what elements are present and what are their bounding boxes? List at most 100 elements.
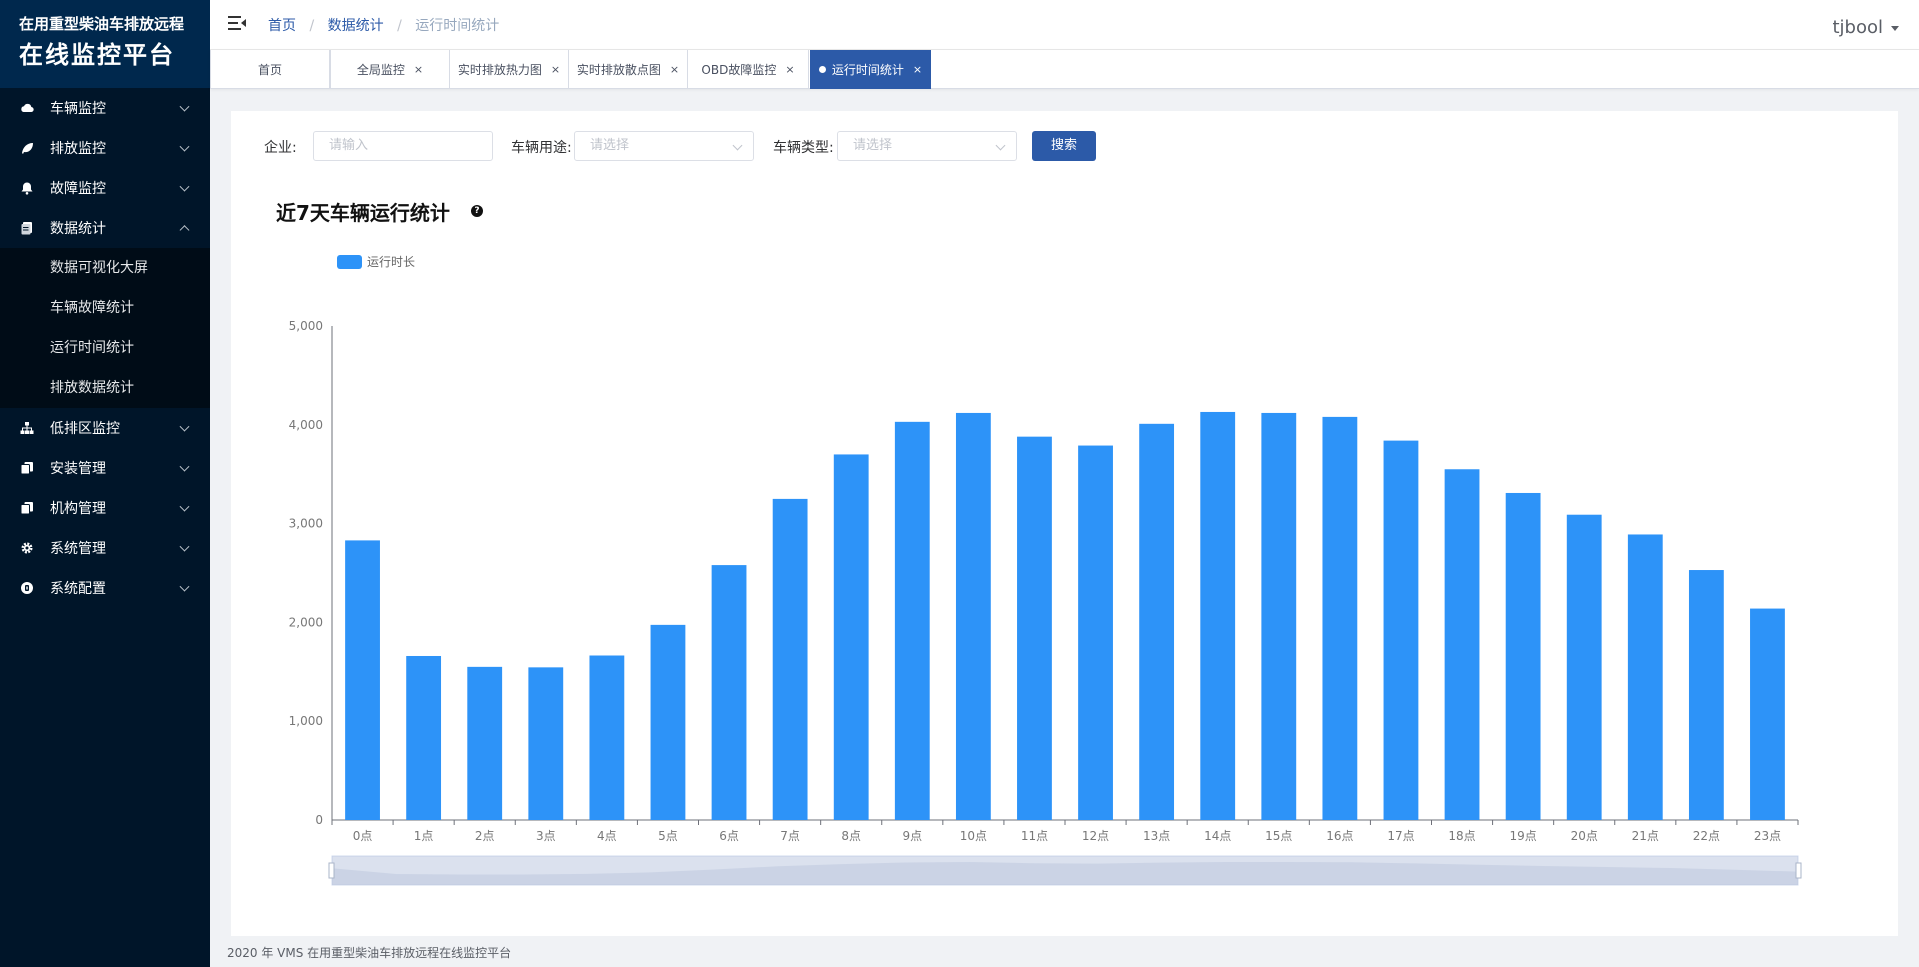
copy-icon bbox=[20, 461, 34, 475]
chart-bar[interactable] bbox=[894, 421, 930, 820]
chart-bar[interactable] bbox=[1261, 412, 1297, 820]
logo-line1: 在用重型柴油车排放远程 bbox=[19, 15, 185, 33]
chart-bar[interactable] bbox=[1627, 534, 1663, 820]
y-tick-label: 5,000 bbox=[289, 319, 323, 333]
tab-label: 首页 bbox=[257, 62, 282, 77]
sidebar-item-1[interactable]: 排放监控 bbox=[0, 128, 210, 168]
datazoom-handle-right[interactable] bbox=[1795, 862, 1802, 879]
chart-bar[interactable] bbox=[345, 540, 380, 820]
chart-bar[interactable] bbox=[1017, 436, 1052, 820]
tab-0[interactable]: 首页 bbox=[210, 50, 330, 89]
chart-bar[interactable] bbox=[1444, 469, 1480, 820]
bell-icon bbox=[20, 181, 34, 195]
chart-bar[interactable] bbox=[1505, 492, 1541, 820]
chart-bar[interactable] bbox=[1139, 423, 1175, 820]
chevron-down-icon bbox=[179, 501, 190, 512]
sidebar-item-label: 车辆监控 bbox=[50, 101, 106, 117]
x-tick-label: 22点 bbox=[1693, 829, 1720, 843]
x-tick-label: 4点 bbox=[597, 829, 617, 843]
cloud-icon bbox=[20, 101, 34, 115]
app-logo[interactable]: 在用重型柴油车排放远程 在线监控平台 bbox=[0, 0, 210, 88]
breadcrumb-current: 运行时间统计 bbox=[415, 18, 500, 34]
close-icon[interactable]: × bbox=[670, 63, 679, 76]
datazoom-selection[interactable] bbox=[332, 856, 1798, 885]
x-tick-label: 18点 bbox=[1448, 829, 1475, 843]
chart-bar[interactable] bbox=[1322, 416, 1358, 820]
chart-bar[interactable] bbox=[833, 454, 869, 820]
chart-bar[interactable] bbox=[955, 412, 991, 820]
datazoom-handle-left[interactable] bbox=[328, 862, 335, 879]
x-tick-label: 1点 bbox=[414, 829, 434, 843]
sidebar-item-5[interactable]: 安装管理 bbox=[0, 448, 210, 488]
chart-bar[interactable] bbox=[528, 667, 564, 820]
user-menu[interactable]: tjbool bbox=[1832, 17, 1899, 38]
chart-bar[interactable] bbox=[1383, 440, 1419, 820]
x-tick-label: 10点 bbox=[960, 829, 987, 843]
active-dot-icon bbox=[818, 65, 826, 73]
leaf-icon bbox=[20, 141, 34, 155]
x-tick-label: 6点 bbox=[719, 829, 739, 843]
chart-bar[interactable] bbox=[1566, 514, 1602, 820]
chevron-up-icon bbox=[179, 225, 190, 236]
menu-fold-icon[interactable] bbox=[228, 15, 246, 31]
legend-swatch[interactable] bbox=[337, 255, 362, 269]
submenu-item[interactable]: 数据可视化大屏 bbox=[0, 248, 210, 288]
submenu-item[interactable]: 车辆故障统计 bbox=[0, 288, 210, 328]
sidebar-item-2[interactable]: 故障监控 bbox=[0, 168, 210, 208]
x-tick-label: 13点 bbox=[1143, 829, 1170, 843]
submenu-item[interactable]: 运行时间统计 bbox=[0, 328, 210, 368]
close-icon[interactable]: × bbox=[913, 63, 922, 76]
tab-label: 实时排放散点图 bbox=[576, 62, 661, 77]
sidebar-item-label: 系统配置 bbox=[50, 581, 106, 597]
close-icon[interactable]: × bbox=[551, 63, 560, 76]
x-tick-label: 8点 bbox=[841, 829, 861, 843]
x-tick-label: 0点 bbox=[353, 829, 373, 843]
breadcrumb-home[interactable]: 首页 bbox=[268, 18, 296, 34]
sidebar-item-4[interactable]: 低排区监控 bbox=[0, 408, 210, 448]
submenu: 数据可视化大屏 车辆故障统计 运行时间统计 排放数据统计 bbox=[0, 248, 210, 408]
chart-bar[interactable] bbox=[1078, 445, 1113, 820]
tab-label: 运行时间统计 bbox=[831, 62, 904, 77]
x-tick-label: 2点 bbox=[475, 829, 495, 843]
sidebar-item-8[interactable]: 系统配置 bbox=[0, 568, 210, 608]
chart-bar[interactable] bbox=[772, 498, 808, 820]
chart-bar[interactable] bbox=[1200, 411, 1236, 820]
breadcrumb: 首页 / 数据统计 / 运行时间统计 bbox=[268, 15, 499, 35]
sidebar-item-label: 系统管理 bbox=[50, 541, 106, 557]
tab-1[interactable]: 全局监控 × bbox=[330, 50, 450, 89]
top-header: 首页 / 数据统计 / 运行时间统计 tjbool bbox=[210, 0, 1919, 50]
tab-label: 实时排放热力图 bbox=[457, 62, 542, 77]
chart-bar[interactable] bbox=[1750, 608, 1785, 820]
chart-bar[interactable] bbox=[406, 655, 442, 820]
close-icon[interactable]: × bbox=[785, 63, 794, 76]
chevron-down-icon bbox=[179, 101, 190, 112]
sidebar-item-7[interactable]: 系统管理 bbox=[0, 528, 210, 568]
x-tick-label: 17点 bbox=[1387, 829, 1414, 843]
tab-2[interactable]: 实时排放热力图 × bbox=[449, 50, 569, 89]
tab-3[interactable]: 实时排放散点图 × bbox=[568, 50, 688, 89]
sidebar-item-6[interactable]: 机构管理 bbox=[0, 488, 210, 528]
tab-5[interactable]: 运行时间统计 × bbox=[810, 50, 931, 89]
y-tick-label: 0 bbox=[315, 813, 323, 827]
chart-bar[interactable] bbox=[467, 666, 503, 820]
legend-label[interactable]: 运行时长 bbox=[367, 255, 415, 269]
breadcrumb-separator: / bbox=[397, 18, 402, 34]
logo-line2: 在线监控平台 bbox=[19, 41, 175, 69]
close-icon[interactable]: × bbox=[414, 63, 423, 76]
chart-bar[interactable] bbox=[650, 624, 686, 820]
y-tick-label: 3,000 bbox=[289, 517, 323, 531]
y-tick-label: 4,000 bbox=[289, 418, 323, 432]
tags-view: 首页 全局监控 × 实时排放热力图 × 实时排放散点图 × OBD故障监控 × 运行时间统计 × bbox=[210, 50, 1919, 89]
chart-bar[interactable] bbox=[589, 655, 625, 820]
sidebar-item-0[interactable]: 车辆监控 bbox=[0, 88, 210, 128]
chart-bar[interactable] bbox=[711, 565, 747, 820]
chart-bar[interactable] bbox=[1688, 570, 1724, 820]
user-name: tjbool bbox=[1832, 17, 1883, 38]
x-tick-label: 23点 bbox=[1754, 829, 1781, 843]
sidebar-item-3[interactable]: 数据统计 bbox=[0, 208, 210, 248]
submenu-item[interactable]: 排放数据统计 bbox=[0, 368, 210, 408]
tab-4[interactable]: OBD故障监控 × bbox=[687, 50, 809, 89]
x-tick-label: 19点 bbox=[1509, 829, 1536, 843]
breadcrumb-data-stats[interactable]: 数据统计 bbox=[328, 18, 384, 34]
tab-label: 全局监控 bbox=[356, 62, 405, 77]
